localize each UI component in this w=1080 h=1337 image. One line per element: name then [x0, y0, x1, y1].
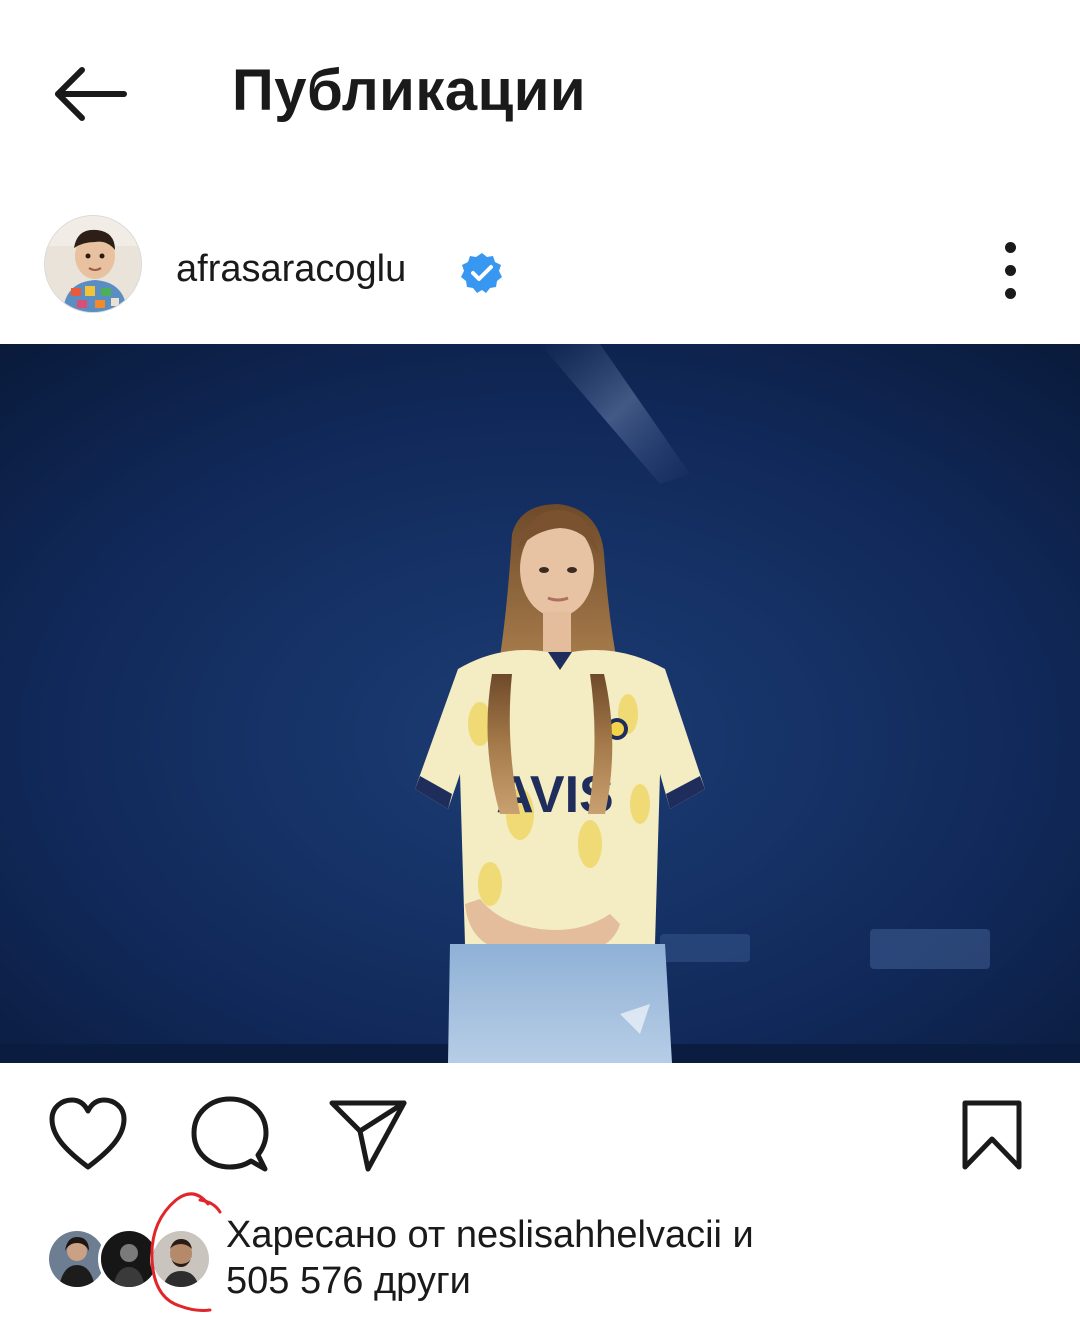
more-options-button[interactable]	[986, 225, 1034, 315]
likes-others[interactable]: други	[374, 1260, 471, 1302]
post-photo[interactable]: AVIS	[0, 344, 1080, 1063]
save-button[interactable]	[952, 1095, 1032, 1175]
action-bar	[0, 1095, 1080, 1175]
more-dot-icon	[1004, 264, 1016, 276]
hand-drawn-circle-annotation	[150, 1192, 222, 1312]
top-bar: Публикации	[0, 0, 1080, 180]
likes-section: Харесано от neslisahhelvacii и 505 576 д…	[0, 1190, 1080, 1337]
page-title: Публикации	[232, 58, 587, 123]
comment-icon	[191, 1096, 269, 1172]
like-button[interactable]	[48, 1095, 128, 1175]
send-icon	[329, 1100, 407, 1172]
likes-conjunction: и	[732, 1214, 754, 1256]
likes-prefix: Харесано от	[226, 1214, 446, 1256]
likes-summary: Харесано от neslisahhelvacii и 505 576 д…	[226, 1212, 1026, 1304]
back-button[interactable]	[48, 60, 132, 128]
more-dot-icon	[1004, 287, 1016, 299]
arrow-left-icon	[55, 67, 127, 121]
profile-avatar[interactable]	[44, 215, 142, 313]
post-header: afrasaracoglu	[0, 205, 1080, 325]
verified-badge-icon	[461, 253, 502, 293]
post-photo-illustration: AVIS	[0, 344, 1080, 1063]
liked-by-username[interactable]: neslisahhelvacii	[456, 1214, 722, 1256]
avatar-photo	[45, 216, 141, 312]
post-username[interactable]: afrasaracoglu	[176, 245, 406, 293]
share-button[interactable]	[328, 1095, 408, 1175]
heart-icon	[49, 1097, 127, 1170]
bookmark-icon	[962, 1100, 1022, 1170]
more-dot-icon	[1004, 241, 1016, 253]
comment-button[interactable]	[190, 1095, 270, 1175]
likes-count[interactable]: 505 576	[226, 1260, 363, 1302]
